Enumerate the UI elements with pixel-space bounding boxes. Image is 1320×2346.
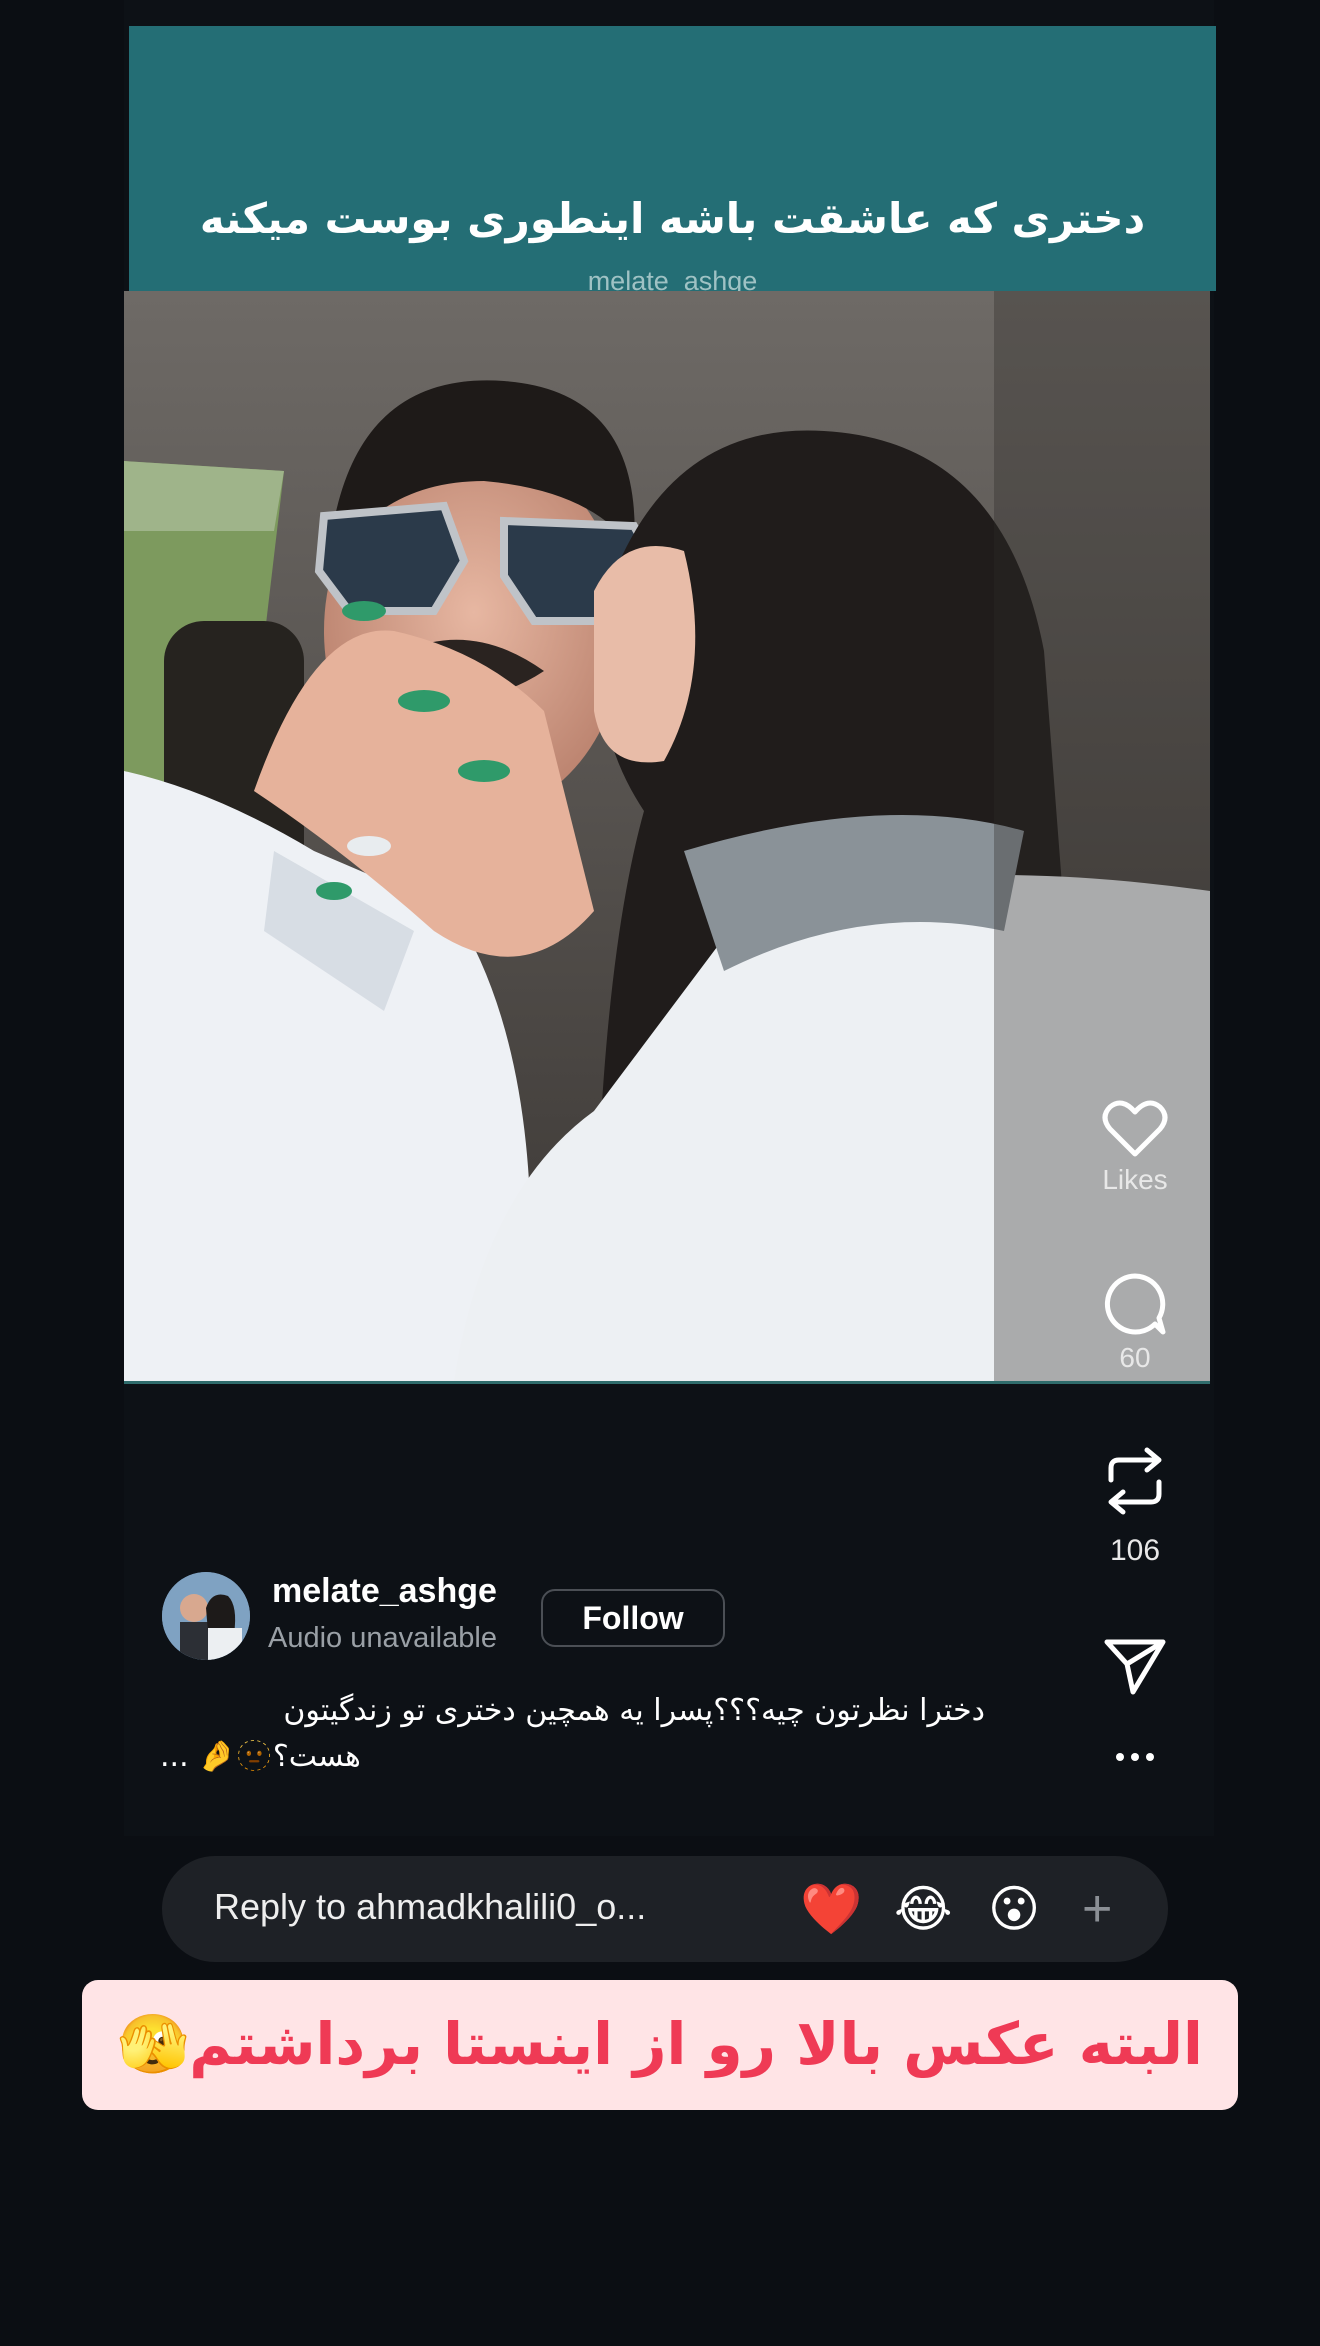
more-dots-icon[interactable] bbox=[1115, 1752, 1155, 1762]
couple-photo-illustration bbox=[124, 291, 1210, 1381]
caption-line-2: ... 🤌🫥هست؟ bbox=[160, 1739, 361, 1774]
likes-label: Likes bbox=[1102, 1164, 1168, 1195]
reply-input[interactable]: Reply to ahmadkhalili0_o... bbox=[214, 1886, 646, 1928]
send-icon[interactable] bbox=[1103, 1636, 1167, 1696]
reply-bar[interactable]: Reply to ahmadkhalili0_o... ❤️ 😂 😮 + bbox=[162, 1856, 1168, 1962]
post-caption[interactable]: دخترا نظرتون چیه؟؟؟پسرا یه همچین دختری ت… bbox=[160, 1688, 1020, 1780]
repost-action[interactable]: 106 bbox=[1080, 1446, 1190, 1568]
post-photo[interactable] bbox=[124, 291, 1210, 1384]
reposts-count: 106 bbox=[1109, 1534, 1161, 1567]
comment-action[interactable]: 60 bbox=[1080, 1272, 1190, 1374]
story-title: دختری که عاشقت باشه اینطوری بوست میکنه bbox=[199, 194, 1146, 243]
author-username[interactable]: melate_ashge bbox=[272, 1572, 497, 1611]
heart-icon[interactable] bbox=[1102, 1098, 1168, 1158]
share-action[interactable] bbox=[1080, 1636, 1190, 1696]
overlay-banner: البته عکس بالا رو از اینستا برداشتم🫣 bbox=[82, 1980, 1238, 2110]
author-row: melate_ashge Audio unavailable Follow bbox=[160, 1570, 860, 1662]
reaction-wow[interactable]: 😮 bbox=[988, 1882, 1040, 1936]
reaction-laugh[interactable]: 😂 bbox=[894, 1882, 952, 1936]
like-action[interactable]: Likes bbox=[1080, 1098, 1190, 1196]
avatar-image bbox=[162, 1572, 250, 1660]
reaction-heart[interactable]: ❤️ bbox=[800, 1882, 862, 1936]
comment-bubble-icon[interactable] bbox=[1103, 1272, 1167, 1336]
caption-line-1: دخترا نظرتون چیه؟؟؟پسرا یه همچین دختری ت… bbox=[283, 1693, 985, 1728]
avatar[interactable] bbox=[162, 1572, 250, 1660]
comments-count: 60 bbox=[1119, 1342, 1151, 1373]
follow-button[interactable]: Follow bbox=[541, 1589, 725, 1647]
more-action[interactable] bbox=[1080, 1752, 1190, 1762]
story-header: دختری که عاشقت باشه اینطوری بوست میکنه m… bbox=[129, 26, 1216, 296]
add-reaction-plus-icon[interactable]: + bbox=[1082, 1882, 1112, 1936]
repost-icon[interactable] bbox=[1103, 1446, 1167, 1516]
banner-text: البته عکس بالا رو از اینستا برداشتم🫣 bbox=[117, 2010, 1203, 2078]
audio-status[interactable]: Audio unavailable bbox=[268, 1622, 497, 1655]
